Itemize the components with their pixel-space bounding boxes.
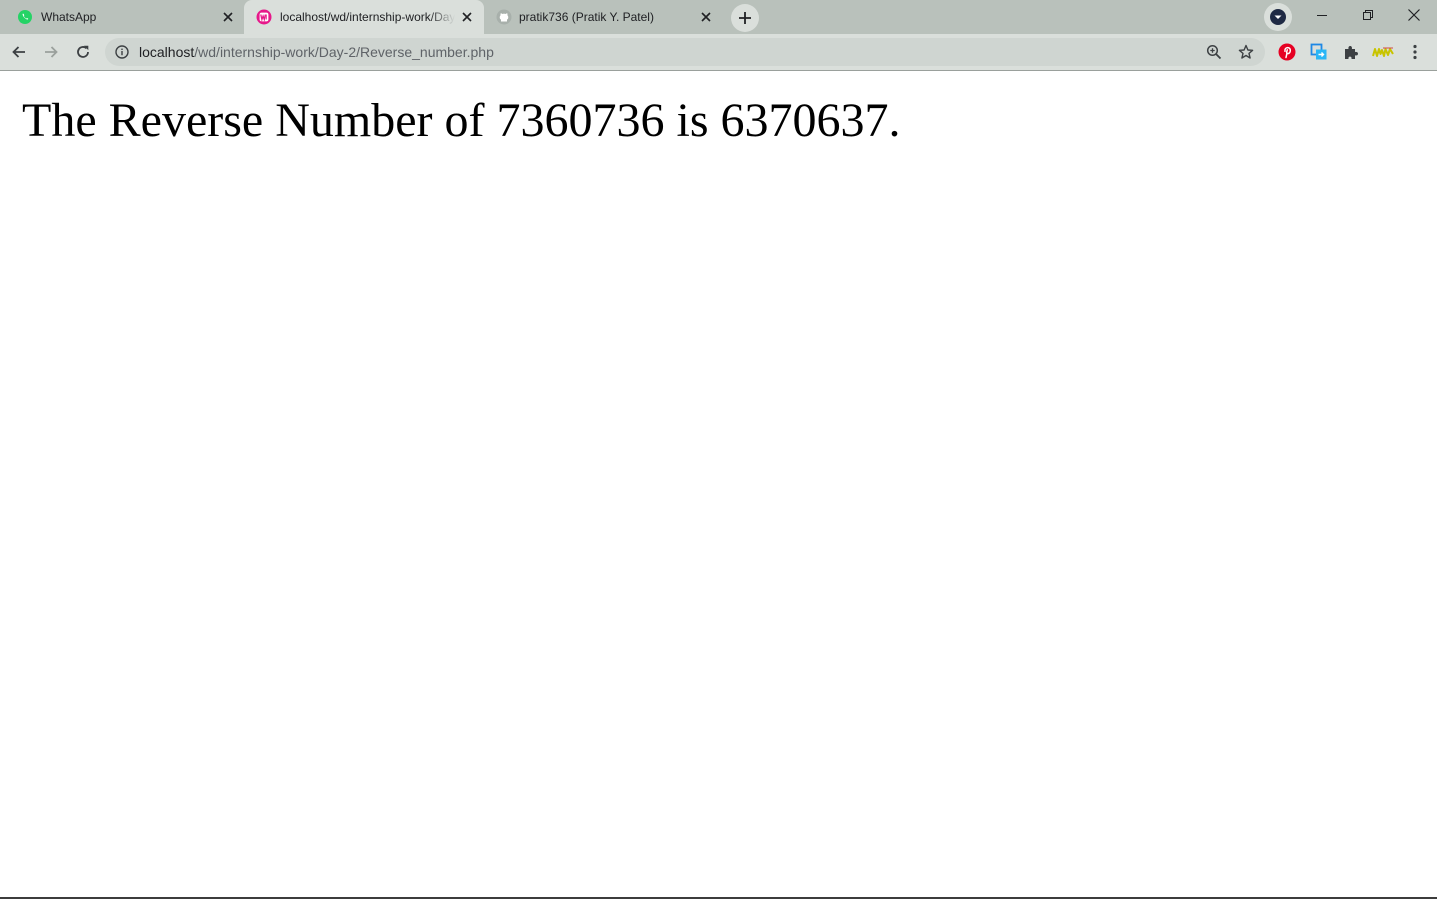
address-bar[interactable]: localhost/wd/internship-work/Day-2/Rever… [105, 38, 1265, 66]
tab-github[interactable]: pratik736 (Pratik Y. Patel) [484, 0, 724, 34]
minimize-button[interactable] [1299, 0, 1345, 30]
extension-logo-icon[interactable] [1371, 42, 1395, 62]
url-text[interactable]: localhost/wd/internship-work/Day-2/Rever… [139, 44, 494, 60]
restore-button[interactable] [1345, 0, 1391, 30]
forward-button[interactable] [36, 37, 66, 67]
url-host: localhost [139, 44, 195, 60]
reload-icon [77, 45, 89, 58]
tab-whatsapp[interactable]: WhatsApp [0, 0, 244, 34]
tab-title: pratik736 (Pratik Y. Patel) [519, 10, 654, 24]
menu-kebab-icon[interactable] [1405, 42, 1425, 62]
whatsapp-icon [17, 9, 33, 25]
back-button[interactable] [4, 37, 34, 67]
pinterest-extension-icon[interactable] [1277, 42, 1297, 62]
arrow-left-icon [12, 46, 25, 58]
zoom-icon[interactable] [1205, 43, 1223, 61]
close-tab-icon[interactable] [460, 10, 474, 24]
url-path: /wd/internship-work/Day-2/Reverse_number… [194, 44, 494, 60]
browser-toolbar: localhost/wd/internship-work/Day-2/Rever… [0, 34, 1437, 71]
restore-icon [1363, 10, 1373, 20]
close-tab-icon[interactable] [699, 10, 713, 24]
plus-icon [739, 12, 751, 24]
page-heading: The Reverse Number of 7360736 is 6370637… [22, 94, 901, 147]
tab-search-button[interactable] [1264, 3, 1292, 31]
reload-button[interactable] [68, 37, 98, 67]
puzzle-piece-icon[interactable] [1341, 42, 1361, 62]
chevron-down-icon [1270, 9, 1286, 25]
new-tab-button[interactable] [731, 4, 759, 32]
close-tab-icon[interactable] [221, 10, 235, 24]
github-icon [496, 9, 512, 25]
screen-share-extension-icon[interactable] [1309, 42, 1329, 62]
close-window-button[interactable] [1391, 0, 1437, 30]
tab-active-localhost[interactable]: localhost/wd/internship-work/Day-2/Rever… [244, 0, 484, 34]
page-content: The Reverse Number of 7360736 is 6370637… [0, 71, 1437, 897]
tab-title: localhost/wd/internship-work/Day-2/Rever… [280, 10, 455, 24]
tab-title: WhatsApp [41, 10, 97, 24]
close-icon [1408, 9, 1420, 21]
wamp-icon [256, 9, 272, 25]
arrow-right-icon [45, 46, 58, 58]
tab-strip: WhatsApp localhost/wd/internship-work/Da… [0, 0, 1437, 34]
info-icon[interactable] [115, 45, 129, 59]
minimize-icon [1317, 15, 1327, 16]
bookmark-star-icon[interactable] [1237, 43, 1255, 61]
